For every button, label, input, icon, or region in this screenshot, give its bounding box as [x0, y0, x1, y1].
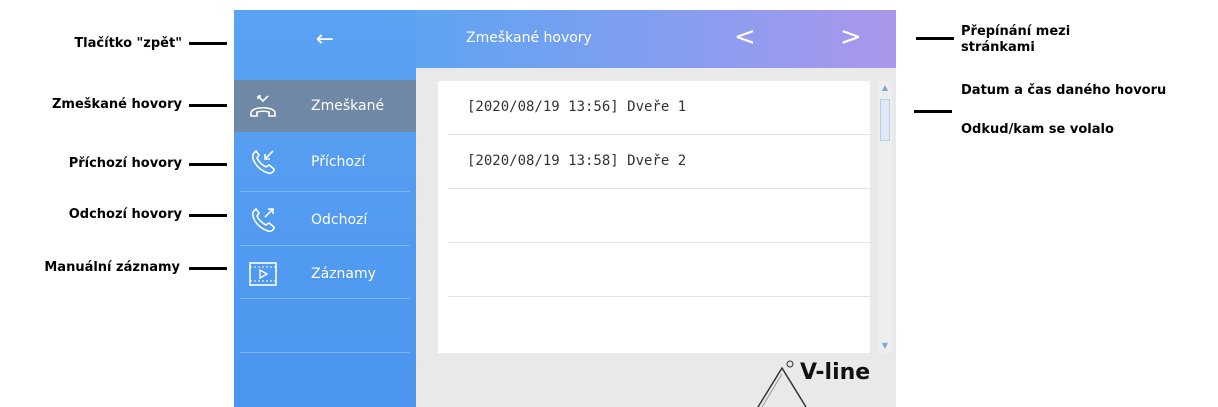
- sidebar-item-outgoing[interactable]: Odchozí: [234, 194, 416, 246]
- sidebar-item-missed[interactable]: Zmeškané: [234, 80, 416, 132]
- annotation-line-page-switch: [916, 37, 954, 40]
- logo-triangle-icon: [757, 360, 807, 407]
- back-button[interactable]: ←: [234, 10, 416, 68]
- sidebar-item-label: Záznamy: [311, 266, 376, 282]
- annotation-line-missed: [189, 104, 227, 107]
- prev-page-button[interactable]: <: [734, 22, 756, 52]
- sidebar-item-incoming[interactable]: Příchozí: [234, 136, 416, 188]
- annotation-incoming-calls: Příchozí hovory: [68, 156, 182, 171]
- sidebar-separator: [240, 298, 410, 299]
- annotation-from-to: Odkud/kam se volalo: [961, 122, 1114, 137]
- annotation-line-incoming: [189, 163, 227, 166]
- scroll-up-icon[interactable]: ▲: [878, 81, 892, 95]
- incoming-call-icon: [252, 149, 275, 175]
- annotation-manual-records: Manuální záznamy: [44, 260, 180, 275]
- annotation-line-datetime: [914, 110, 952, 113]
- missed-call-icon: [250, 95, 276, 117]
- back-arrow-icon: ←: [315, 26, 335, 52]
- sidebar-item-label: Zmeškané: [311, 98, 385, 114]
- sidebar-item-label: Příchozí: [311, 154, 366, 170]
- header-bar: Zmeškané hovory < >: [416, 10, 896, 68]
- next-page-button[interactable]: >: [840, 22, 862, 52]
- sidebar-item-label: Odchozí: [311, 212, 368, 228]
- outgoing-call-icon: [252, 207, 275, 233]
- annotation-page-switch-line2: stránkami: [961, 40, 1035, 55]
- sidebar-separator: [240, 191, 410, 192]
- call-entry-text: [2020/08/19 13:56] Dveře 1: [467, 99, 687, 115]
- annotation-page-switch-line1: Přepínání mezi: [961, 24, 1071, 39]
- annotation-page-switch: Přepínání mezi stránkami: [961, 24, 1161, 56]
- annotation-line-records: [189, 267, 227, 270]
- annotation-missed-calls: Zmeškané hovory: [51, 97, 182, 112]
- list-item: [448, 243, 876, 297]
- annotation-outgoing-calls: Odchozí hovory: [68, 207, 182, 222]
- list-item[interactable]: [2020/08/19 13:56] Dveře 1: [448, 81, 876, 135]
- sidebar-item-records[interactable]: Záznamy: [234, 248, 416, 300]
- call-entry-text: [2020/08/19 13:58] Dveře 2: [467, 153, 687, 169]
- scroll-thumb[interactable]: [880, 99, 890, 141]
- sidebar: ← Zmeškané Příchozí Odchozí Záznamy: [234, 10, 416, 407]
- annotation-back-button: Tlačítko "zpět": [74, 36, 182, 51]
- sidebar-separator: [240, 245, 410, 246]
- v-line-logo: V-line: [748, 308, 888, 407]
- page-title: Zmeškané hovory: [466, 30, 592, 46]
- list-item[interactable]: [2020/08/19 13:58] Dveře 2: [448, 135, 876, 189]
- sidebar-separator: [240, 352, 410, 353]
- list-item: [448, 189, 876, 243]
- annotation-line-outgoing: [189, 214, 227, 217]
- annotation-line-back: [189, 42, 227, 45]
- annotation-datetime: Datum a čas daného hovoru: [961, 83, 1167, 98]
- logo-text: V-line: [800, 360, 871, 385]
- video-record-icon: [249, 262, 277, 286]
- device-screen: ← Zmeškané Příchozí Odchozí Záznamy Zmeš…: [234, 10, 896, 407]
